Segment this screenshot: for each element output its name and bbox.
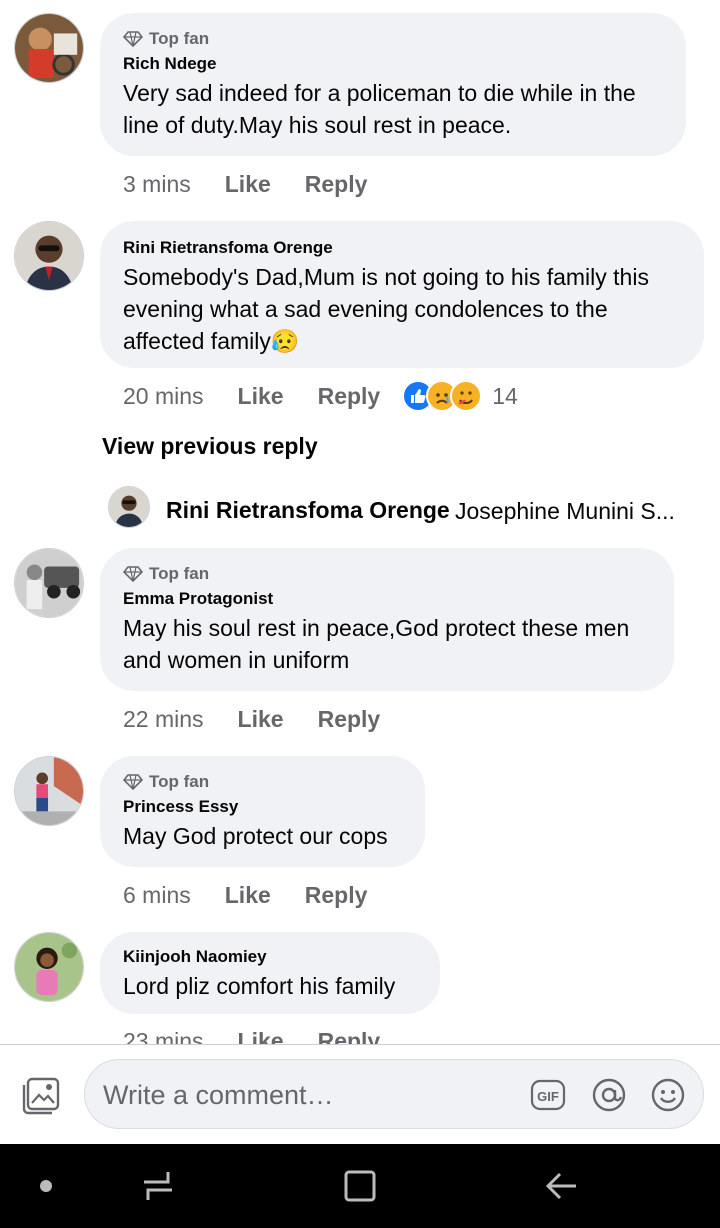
comment-bubble[interactable]: Top fan Emma Protagonist May his soul re… xyxy=(100,548,674,691)
avatar[interactable] xyxy=(108,486,150,528)
reply-button[interactable]: Reply xyxy=(305,882,368,909)
comment-actions: 23 mins Like Reply xyxy=(123,1024,414,1045)
reply-author[interactable]: Rini Rietransfoma Orenge xyxy=(166,497,450,524)
diamond-icon xyxy=(123,566,143,582)
comment-bubble[interactable]: Top fan Rich Ndege Very sad indeed for a… xyxy=(100,13,686,156)
avatar[interactable] xyxy=(14,221,84,291)
like-button[interactable]: Like xyxy=(238,706,284,733)
avatar[interactable] xyxy=(14,756,84,826)
diamond-icon xyxy=(123,774,143,790)
comment-composer: Write a comment… GIF xyxy=(0,1044,720,1144)
reply-button[interactable]: Reply xyxy=(318,383,381,410)
comment-author[interactable]: Emma Protagonist xyxy=(123,586,652,612)
avatar[interactable] xyxy=(14,548,84,618)
comment-bubble[interactable]: Kiinjooh Naomiey Lord pliz comfort his f… xyxy=(100,932,440,1014)
comment-actions: 20 mins Like Reply 14 xyxy=(123,379,518,413)
top-fan-badge: Top fan xyxy=(123,27,664,51)
comment-text: Very sad indeed for a policeman to die w… xyxy=(123,80,636,138)
comment-text-body: Somebody's Dad,Mum is not going to his f… xyxy=(123,264,649,354)
comment-bubble[interactable]: Rini Rietransfoma Orenge Somebody's Dad,… xyxy=(100,221,704,368)
reaction-count: 14 xyxy=(492,382,518,409)
comment-text: Somebody's Dad,Mum is not going to his f… xyxy=(123,261,682,357)
recent-apps-icon[interactable] xyxy=(138,1166,178,1206)
smiley-icon[interactable] xyxy=(650,1077,686,1113)
badge-label: Top fan xyxy=(149,564,210,583)
like-button[interactable]: Like xyxy=(238,383,284,410)
comment-author[interactable]: Rini Rietransfoma Orenge xyxy=(123,235,682,261)
comment-author[interactable]: Princess Essy xyxy=(123,794,403,820)
top-fan-badge: Top fan xyxy=(123,562,652,586)
diamond-icon xyxy=(123,31,143,47)
home-icon[interactable] xyxy=(340,1166,380,1206)
comment-time[interactable]: 6 mins xyxy=(123,882,191,909)
view-previous-reply-link[interactable]: View previous reply xyxy=(102,433,318,460)
comment-author[interactable]: Kiinjooh Naomiey xyxy=(123,944,418,970)
reply-preview[interactable]: Rini Rietransfoma Orenge Josephine Munin… xyxy=(108,486,708,530)
comment-text: May his soul rest in peace,God protect t… xyxy=(123,615,630,673)
comment-actions: 3 mins Like Reply xyxy=(123,167,401,201)
like-button[interactable]: Like xyxy=(225,171,271,198)
comment-bubble[interactable]: Top fan Princess Essy May God protect ou… xyxy=(100,756,425,867)
comment-input[interactable]: Write a comment… GIF xyxy=(84,1059,704,1129)
comment-placeholder: Write a comment… xyxy=(103,1080,334,1110)
crying-face-emoji: 😥 xyxy=(270,328,300,354)
like-button[interactable]: Like xyxy=(238,1028,284,1045)
like-button[interactable]: Like xyxy=(225,882,271,909)
comment-actions: 6 mins Like Reply xyxy=(123,878,401,912)
badge-label: Top fan xyxy=(149,29,210,48)
comments-feed[interactable]: Top fan Rich Ndege Very sad indeed for a… xyxy=(0,0,720,1044)
dot-icon[interactable] xyxy=(36,1166,56,1206)
photo-icon[interactable] xyxy=(20,1075,62,1117)
reply-snippet: Josephine Munini S... xyxy=(455,498,675,524)
android-nav-bar xyxy=(0,1144,720,1228)
back-icon[interactable] xyxy=(542,1166,582,1206)
avatar[interactable] xyxy=(14,13,84,83)
top-fan-badge: Top fan xyxy=(123,770,403,794)
gif-label: GIF xyxy=(537,1089,559,1104)
gif-icon[interactable]: GIF xyxy=(530,1077,566,1113)
comment-actions: 22 mins Like Reply xyxy=(123,702,414,736)
comment-text: Lord pliz comfort his family xyxy=(123,973,396,999)
avatar[interactable] xyxy=(14,932,84,1002)
reactions-summary[interactable]: 14 xyxy=(402,380,518,412)
reply-button[interactable]: Reply xyxy=(305,171,368,198)
comment-time[interactable]: 23 mins xyxy=(123,1028,204,1045)
reply-button[interactable]: Reply xyxy=(318,706,381,733)
comment-time[interactable]: 3 mins xyxy=(123,171,191,198)
badge-label: Top fan xyxy=(149,772,210,791)
at-icon[interactable] xyxy=(591,1077,627,1113)
comment-time[interactable]: 22 mins xyxy=(123,706,204,733)
comment-text: May God protect our cops xyxy=(123,823,388,849)
comment-author[interactable]: Rich Ndege xyxy=(123,51,664,77)
reply-button[interactable]: Reply xyxy=(318,1028,381,1045)
care-reaction-icon xyxy=(450,380,483,412)
comment-time[interactable]: 20 mins xyxy=(123,383,204,410)
